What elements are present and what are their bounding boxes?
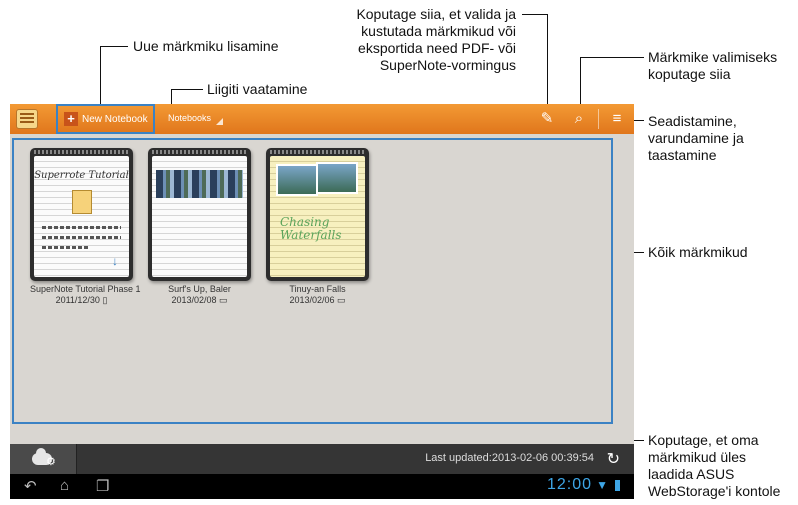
photo <box>316 162 358 194</box>
status-bar: ⚙ Last updated:2013-02-06 00:39:54 ↻ <box>10 444 634 474</box>
notebook-date-row: 2013/02/08 ▭ <box>148 295 251 306</box>
android-nav-bar: ↶ ⌂ ❐ 12:00 ▼ <box>10 474 634 499</box>
supernote-app-icon <box>16 109 38 129</box>
handwriting <box>42 236 121 239</box>
notebook-item[interactable]: Superrote Tutorial ↓ SuperNote Tutorial … <box>30 148 141 306</box>
sync-icon[interactable]: ↻ <box>607 449 620 469</box>
folder-icon: ▭ <box>337 295 346 305</box>
leader-add-notebook <box>100 46 128 47</box>
search-icon[interactable]: ⌕ <box>568 108 590 130</box>
arrow-down-icon: ↓ <box>112 254 118 268</box>
device-screen: + New Notebook Notebooks ✎ ⌕ ≡ Superrote… <box>10 104 634 499</box>
last-updated-text: Last updated:2013-02-06 00:39:54 <box>425 452 594 464</box>
photo <box>276 164 318 196</box>
clock: 12:00 <box>546 476 592 493</box>
notebook-page: Chasing Waterfalls <box>270 156 365 277</box>
notepad-icon <box>72 190 92 214</box>
notebook-item[interactable]: Surf's Up, Baler 2013/02/08 ▭ <box>148 148 251 306</box>
notebook-date: 2011/12/30 <box>55 295 100 305</box>
handwriting <box>42 226 121 229</box>
notebook-date-row: 2011/12/30 ▯ <box>30 295 133 306</box>
callout-settings: Seadistamine, varundamine ja taastamine <box>648 113 744 163</box>
back-icon[interactable]: ↶ <box>24 477 37 495</box>
callout-search: Märkmike valimiseks koputage siia <box>648 49 778 82</box>
photo-strip <box>156 170 243 198</box>
notebook-page: Superrote Tutorial ↓ <box>34 156 129 277</box>
leader-search <box>580 57 644 58</box>
binding-rings <box>152 150 247 154</box>
callout-view-by-category: Liigiti vaatamine <box>207 81 308 97</box>
handwriting <box>42 246 89 249</box>
callout-all-notebooks: Kõik märkmikud <box>648 244 748 260</box>
leader-select-v <box>547 14 548 110</box>
notebook-cover: Chasing Waterfalls <box>266 148 369 281</box>
notebook-name: Tinuy-an Falls <box>289 284 346 294</box>
menu-icon[interactable]: ≡ <box>606 108 628 130</box>
upload-webstorage-button[interactable]: ⚙ <box>10 444 77 474</box>
callout-upload: Koputage, et oma märkmikud üles laadida … <box>648 432 781 499</box>
notebooks-filter-dropdown[interactable]: Notebooks <box>168 113 224 125</box>
home-icon[interactable]: ⌂ <box>60 477 69 494</box>
notebook-grid: Superrote Tutorial ↓ SuperNote Tutorial … <box>12 138 613 424</box>
binding-rings <box>270 150 365 154</box>
notebook-page <box>152 156 247 277</box>
notebook-date: 2013/02/08 <box>171 295 217 305</box>
callout-add-notebook: Uue märkmiku lisamine <box>133 38 279 54</box>
page-icon: ▯ <box>102 295 108 305</box>
new-notebook-button[interactable]: + New Notebook <box>56 104 155 134</box>
notebook-item[interactable]: Chasing Waterfalls Tinuy-an Falls 2013/0… <box>266 148 369 306</box>
notebook-date-row: 2013/02/06 ▭ <box>266 295 369 306</box>
app-toolbar: + New Notebook Notebooks ✎ ⌕ ≡ <box>10 104 634 134</box>
plus-icon: + <box>64 112 78 126</box>
cover-title: Chasing Waterfalls <box>280 215 342 242</box>
battery-icon <box>615 480 620 491</box>
notebook-cover <box>148 148 251 281</box>
leader-add-notebook-v <box>100 46 101 106</box>
leader-category <box>171 89 203 90</box>
callout-select-delete-export: Koputage siia, et valida ja kustutada mä… <box>356 6 516 73</box>
wifi-icon: ▼ <box>596 478 608 492</box>
leader-select <box>522 14 547 15</box>
notebook-date: 2013/02/06 <box>289 295 335 305</box>
notebook-name: SuperNote Tutorial Phase 1 <box>30 284 141 294</box>
gear-icon: ⚙ <box>46 456 56 468</box>
recent-apps-icon[interactable]: ❐ <box>96 477 109 495</box>
folder-icon: ▭ <box>219 295 228 305</box>
cover-title: Superrote Tutorial <box>34 170 129 181</box>
binding-rings <box>34 150 129 154</box>
leader-search-v <box>580 57 581 109</box>
edit-select-icon[interactable]: ✎ <box>536 108 558 130</box>
new-notebook-label: New Notebook <box>82 113 148 125</box>
toolbar-divider <box>598 109 599 129</box>
notebook-cover: Superrote Tutorial ↓ <box>30 148 133 281</box>
notebook-name: Surf's Up, Baler <box>168 284 231 294</box>
